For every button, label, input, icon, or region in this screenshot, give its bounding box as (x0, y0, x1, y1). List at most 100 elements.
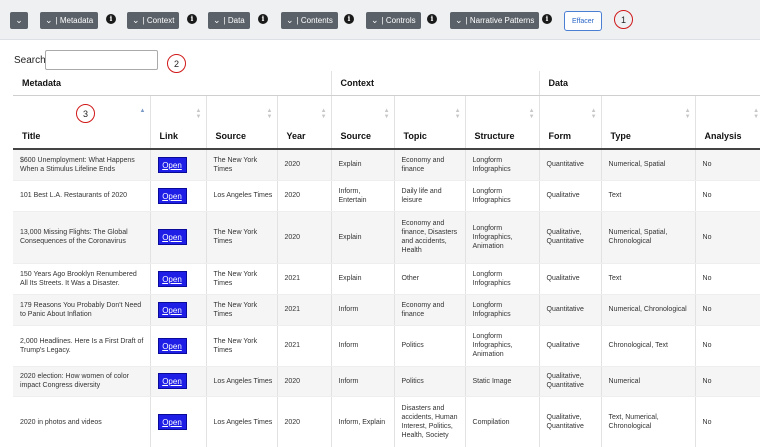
cell-form: Quantitative (539, 149, 602, 181)
cell-analysis: No (695, 325, 760, 367)
cell-source: The New York Times (206, 294, 278, 326)
sort-icon: ▲ ▼ (266, 107, 273, 120)
data-filter-button[interactable]: ⌄ | Data (208, 12, 250, 29)
column-header-context-source[interactable]: ▲ ▼ Source (331, 95, 395, 150)
cell-title: 150 Years Ago Brooklyn Renumbered All It… (13, 263, 151, 295)
cell-analysis: No (695, 396, 760, 447)
info-icon[interactable]: i (542, 14, 552, 24)
cell-link: Open (150, 211, 207, 264)
cell-type: Text (601, 263, 696, 295)
sort-icon: ▲ ▼ (195, 107, 202, 120)
cell-year: 2020 (277, 149, 332, 181)
cell-topic: Economy and finance (394, 149, 466, 181)
cell-analysis: No (695, 294, 760, 326)
column-header-form[interactable]: ▲ ▼ Form (539, 95, 602, 150)
cell-analysis: No (695, 180, 760, 212)
narrative-patterns-filter-button[interactable]: ⌄ | Narrative Patterns (450, 12, 540, 29)
sort-icon: ▲ ▼ (528, 107, 535, 120)
controls-filter-label: | Controls (381, 16, 416, 25)
context-filter-button[interactable]: ⌄ | Context (127, 12, 180, 29)
cell-structure: Longform Infographics (465, 149, 540, 181)
info-icon[interactable]: i (427, 14, 437, 24)
column-header-analysis[interactable]: ▲ ▼ Analysis (695, 95, 760, 150)
column-header-year[interactable]: ▲ ▼ Year (277, 95, 332, 150)
cell-source: The New York Times (206, 325, 278, 367)
column-header-type[interactable]: ▲ ▼ Type (601, 95, 696, 150)
cell-type: Numerical, Chronological (601, 294, 696, 326)
cell-topic: Economy and finance, Disasters and accid… (394, 211, 466, 264)
info-icon[interactable]: i (106, 14, 116, 24)
cell-title: $600 Unemployment: What Happens When a S… (13, 149, 151, 181)
group-header-metadata: Metadata (13, 71, 332, 96)
cell-link: Open (150, 263, 207, 295)
cell-link: Open (150, 294, 207, 326)
data-filter-label: | Data (223, 16, 245, 25)
cell-year: 2020 (277, 366, 332, 397)
chevron-down-icon: ⌄ (371, 15, 379, 25)
chevron-down-icon: ⌄ (213, 15, 221, 25)
column-header-source[interactable]: ▲ ▼ Source (206, 95, 278, 150)
cell-form: Qualitative, Quantitative (539, 366, 602, 397)
table-row: $600 Unemployment: What Happens When a S… (13, 149, 760, 181)
toolbar-toggle-button[interactable]: ⌄ (10, 12, 28, 29)
cell-year: 2021 (277, 325, 332, 367)
sort-ascending-icon: ▲ (139, 107, 146, 114)
table-row: 2020 election: How women of color impact… (13, 366, 760, 397)
cell-topic: Disasters and accidents, Human Interest,… (394, 396, 466, 447)
cell-type: Numerical (601, 366, 696, 397)
cell-analysis: No (695, 263, 760, 295)
cell-structure: Longform Infographics (465, 294, 540, 326)
controls-filter-button[interactable]: ⌄ | Controls (366, 12, 421, 29)
open-link-button[interactable]: Open (157, 229, 187, 245)
chevron-down-icon: ⌄ (45, 15, 53, 25)
open-link-button[interactable]: Open (157, 373, 187, 389)
info-icon[interactable]: i (344, 14, 354, 24)
cell-context-source: Explain (331, 263, 395, 295)
sort-icon: ▲ ▼ (753, 107, 760, 120)
info-icon[interactable]: i (258, 14, 268, 24)
clear-filters-button[interactable]: Effacer (564, 11, 602, 31)
open-link-button[interactable]: Open (157, 156, 187, 173)
table-row: 179 Reasons You Probably Don't Need to P… (13, 294, 760, 326)
cell-title: 101 Best L.A. Restaurants of 2020 (13, 180, 151, 212)
open-link-button[interactable]: Open (157, 270, 187, 287)
cell-topic: Other (394, 263, 466, 295)
cell-analysis: No (695, 366, 760, 397)
chevron-down-icon: ⌄ (286, 15, 294, 25)
cell-year: 2020 (277, 180, 332, 212)
contents-filter-button[interactable]: ⌄ | Contents (281, 12, 338, 29)
sort-icon: ▲ ▼ (320, 107, 327, 120)
cell-year: 2021 (277, 263, 332, 295)
cell-topic: Economy and finance (394, 294, 466, 326)
cell-link: Open (150, 325, 207, 367)
cell-structure: Longform Infographics, Animation (465, 325, 540, 367)
cell-link: Open (150, 396, 207, 447)
column-header-link[interactable]: ▲ ▼ Link (150, 95, 207, 150)
chevron-down-icon: ⌄ (15, 15, 23, 25)
cell-form: Qualitative (539, 180, 602, 212)
column-header-structure[interactable]: ▲ ▼ Structure (465, 95, 540, 150)
cell-source: Los Angeles Times (206, 180, 278, 212)
open-link-button[interactable]: Open (157, 337, 187, 354)
cell-source: Los Angeles Times (206, 366, 278, 397)
cell-context-source: Inform (331, 366, 395, 397)
metadata-filter-button[interactable]: ⌄ | Metadata (40, 12, 99, 29)
column-header-title[interactable]: ▲ Title (13, 95, 151, 150)
open-link-button[interactable]: Open (157, 414, 187, 430)
table-row: 13,000 Missing Flights: The Global Conse… (13, 211, 760, 264)
cell-link: Open (150, 180, 207, 212)
column-header-topic[interactable]: ▲ ▼ Topic (394, 95, 466, 150)
cell-analysis: No (695, 211, 760, 264)
sort-icon: ▲ ▼ (454, 107, 461, 120)
open-link-button[interactable]: Open (157, 301, 187, 318)
open-link-button[interactable]: Open (157, 187, 187, 204)
info-icon[interactable]: i (187, 14, 197, 24)
annotation-marker-1: 1 (614, 10, 633, 29)
cell-title: 2020 in photos and videos (13, 396, 151, 447)
search-input[interactable] (45, 50, 158, 70)
cell-topic: Politics (394, 325, 466, 367)
context-filter-label: | Context (142, 16, 175, 25)
chevron-down-icon: ⌄ (455, 15, 463, 25)
sort-icon: ▲ ▼ (383, 107, 390, 120)
cell-context-source: Inform, Explain (331, 396, 395, 447)
